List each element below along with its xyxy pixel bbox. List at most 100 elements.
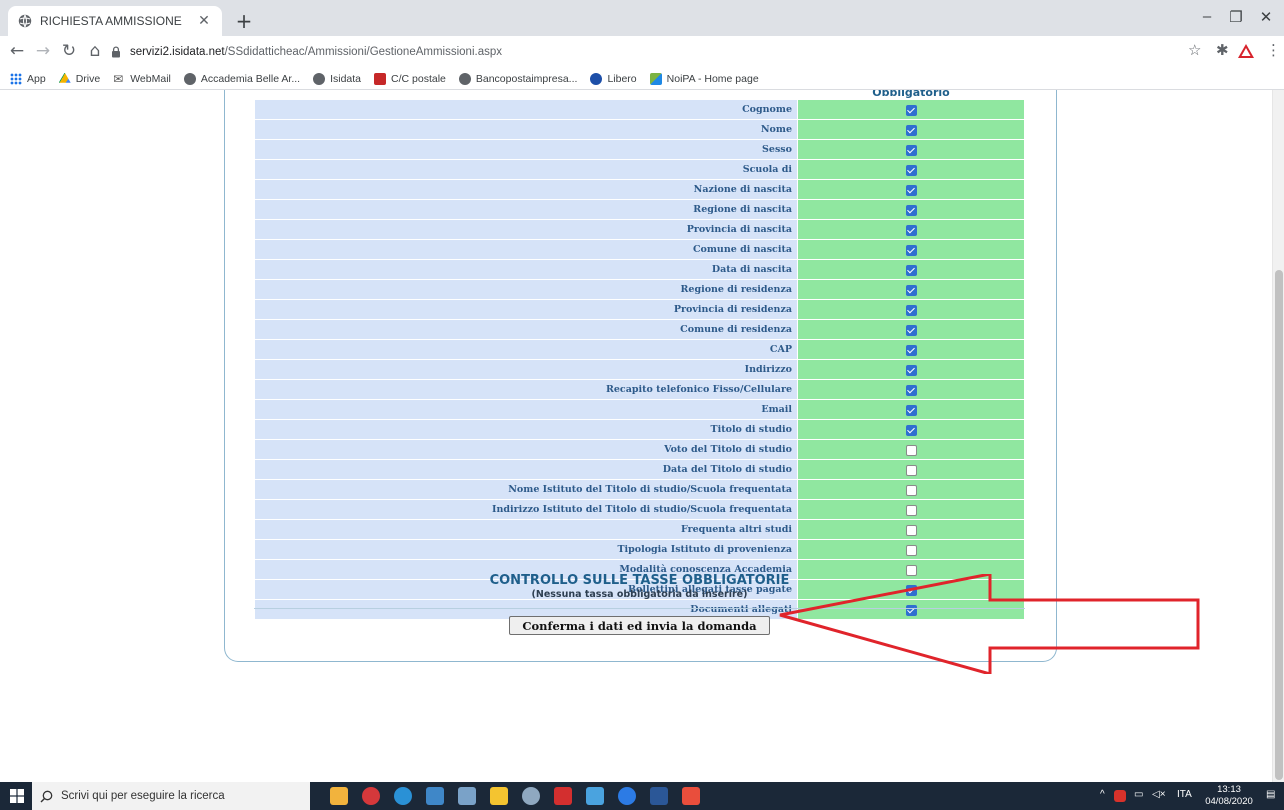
required-cell	[797, 499, 1025, 520]
required-checkbox[interactable]	[905, 365, 917, 376]
taskbar-search[interactable]: Scrivi qui per eseguire la ricerca	[32, 782, 310, 810]
edge-icon[interactable]	[394, 787, 412, 805]
page-scrollbar[interactable]	[1272, 90, 1284, 782]
required-checkbox[interactable]	[905, 145, 917, 156]
bookmark-star-icon[interactable]: ☆	[1188, 41, 1201, 59]
browser-tab[interactable]: RICHIESTA AMMISSIONE ✕	[8, 6, 222, 36]
taskbar-clock[interactable]: 13:13 04/08/2020	[1200, 784, 1258, 808]
required-cell	[797, 219, 1025, 240]
bookmark-cc-postale[interactable]: C/C postale	[374, 72, 446, 85]
network-icon[interactable]: ▭	[1134, 789, 1143, 800]
volume-muted-icon[interactable]: ◁×	[1152, 789, 1166, 800]
bookmark-apps[interactable]: App	[10, 72, 46, 85]
required-checkbox[interactable]	[905, 405, 917, 416]
acrobat-extension-icon[interactable]	[1237, 43, 1255, 59]
forward-icon[interactable]: →	[32, 40, 54, 62]
required-checkbox[interactable]	[905, 125, 917, 136]
back-icon[interactable]: ←	[6, 40, 28, 62]
file-explorer-icon[interactable]	[330, 787, 348, 805]
bookmark-accademia[interactable]: Accademia Belle Ar...	[183, 72, 301, 85]
required-checkbox[interactable]	[905, 245, 917, 256]
field-row: Indirizzo Istituto del Titolo di studio/…	[254, 499, 1025, 520]
bookmark-label: WebMail	[130, 72, 171, 85]
scrollbar-thumb[interactable]	[1275, 270, 1283, 780]
required-checkbox[interactable]	[905, 305, 917, 316]
apps-grid-icon	[10, 72, 22, 85]
required-checkbox[interactable]	[905, 545, 917, 556]
bookmark-bancoposta[interactable]: Bancopostaimpresa...	[458, 72, 577, 85]
field-row: Data del Titolo di studio	[254, 459, 1025, 480]
field-label: Provincia di nascita	[254, 219, 798, 240]
restore-icon[interactable]: ❐	[1226, 8, 1246, 26]
required-checkbox[interactable]	[905, 285, 917, 296]
confirm-submit-button[interactable]: Conferma i dati ed invia la domanda	[509, 616, 770, 635]
required-cell	[797, 99, 1025, 120]
notifications-icon[interactable]: ▤	[1266, 789, 1275, 800]
word-icon[interactable]	[650, 787, 668, 805]
field-label: Scuola di	[254, 159, 798, 180]
windows-start-icon[interactable]	[10, 789, 24, 803]
menu-icon[interactable]: ⋮	[1266, 41, 1281, 59]
address-bar[interactable]: servizi2.isidata.net/SSdidatticheac/Ammi…	[110, 39, 1170, 65]
field-row: Email	[254, 399, 1025, 420]
required-checkbox[interactable]	[905, 205, 917, 216]
teamviewer-icon[interactable]	[618, 787, 636, 805]
required-checkbox[interactable]	[905, 225, 917, 236]
required-cell	[797, 319, 1025, 340]
required-cell	[797, 119, 1025, 140]
bookmark-drive[interactable]: Drive	[58, 72, 101, 85]
chrome-active-app-icon[interactable]	[682, 787, 700, 805]
calculator-icon[interactable]	[458, 787, 476, 805]
required-checkbox[interactable]	[905, 265, 917, 276]
field-row: Recapito telefonico Fisso/Cellulare	[254, 379, 1025, 400]
bookmark-libero[interactable]: Libero	[590, 72, 637, 85]
sticky-notes-icon[interactable]	[490, 787, 508, 805]
required-checkbox[interactable]	[905, 485, 917, 496]
reload-icon[interactable]: ↻	[58, 40, 80, 62]
bookmark-label: Drive	[75, 72, 101, 85]
close-tab-icon[interactable]: ✕	[196, 13, 212, 29]
home-icon[interactable]: ⌂	[84, 40, 106, 62]
bookmark-webmail[interactable]: ✉ WebMail	[113, 73, 171, 85]
tab-strip: RICHIESTA AMMISSIONE ✕ + – ❐ ✕	[0, 0, 1284, 36]
field-label: Indirizzo Istituto del Titolo di studio/…	[254, 499, 798, 520]
required-checkbox[interactable]	[905, 505, 917, 516]
bookmark-isidata[interactable]: Isidata	[313, 72, 361, 85]
required-checkbox[interactable]	[905, 425, 917, 436]
new-tab-button[interactable]: +	[232, 9, 256, 33]
field-row: Regione di residenza	[254, 279, 1025, 300]
minimize-icon[interactable]: –	[1197, 8, 1217, 25]
required-checkbox[interactable]	[905, 345, 917, 356]
tray-chevron-icon[interactable]: ^	[1100, 789, 1105, 800]
required-checkbox[interactable]	[905, 525, 917, 536]
required-checkbox[interactable]	[905, 165, 917, 176]
required-checkbox[interactable]	[905, 465, 917, 476]
field-row: Voto del Titolo di studio	[254, 439, 1025, 460]
url-host: servizi2.isidata.net	[130, 46, 225, 58]
field-row: Comune di nascita	[254, 239, 1025, 260]
bookmark-label: Accademia Belle Ar...	[200, 72, 301, 85]
required-checkbox[interactable]	[905, 185, 917, 196]
required-cell	[797, 179, 1025, 200]
globe-icon	[313, 72, 326, 85]
field-label: Comune di nascita	[254, 239, 798, 260]
required-checkbox[interactable]	[905, 325, 917, 336]
required-cell	[797, 379, 1025, 400]
field-label: Indirizzo	[254, 359, 798, 380]
required-checkbox[interactable]	[905, 445, 917, 456]
required-cell	[797, 459, 1025, 480]
required-checkbox[interactable]	[905, 105, 917, 116]
close-window-icon[interactable]: ✕	[1256, 8, 1276, 26]
required-checkbox[interactable]	[905, 385, 917, 396]
extensions-icon[interactable]: ✱	[1216, 41, 1229, 59]
paint-icon[interactable]	[522, 787, 540, 805]
language-indicator[interactable]: ITA	[1177, 789, 1192, 800]
acrobat-tray-icon[interactable]	[1114, 790, 1126, 802]
bookmark-label: NoiPA - Home page	[666, 72, 759, 85]
pdf-reader-icon[interactable]	[554, 787, 572, 805]
store-icon[interactable]	[586, 787, 604, 805]
acrobat-app-icon[interactable]	[362, 787, 380, 805]
column-header-obbligatorio: Obbligatorio	[872, 90, 950, 98]
bookmark-noipa[interactable]: NoiPA - Home page	[649, 72, 759, 85]
pen-app-icon[interactable]	[426, 787, 444, 805]
